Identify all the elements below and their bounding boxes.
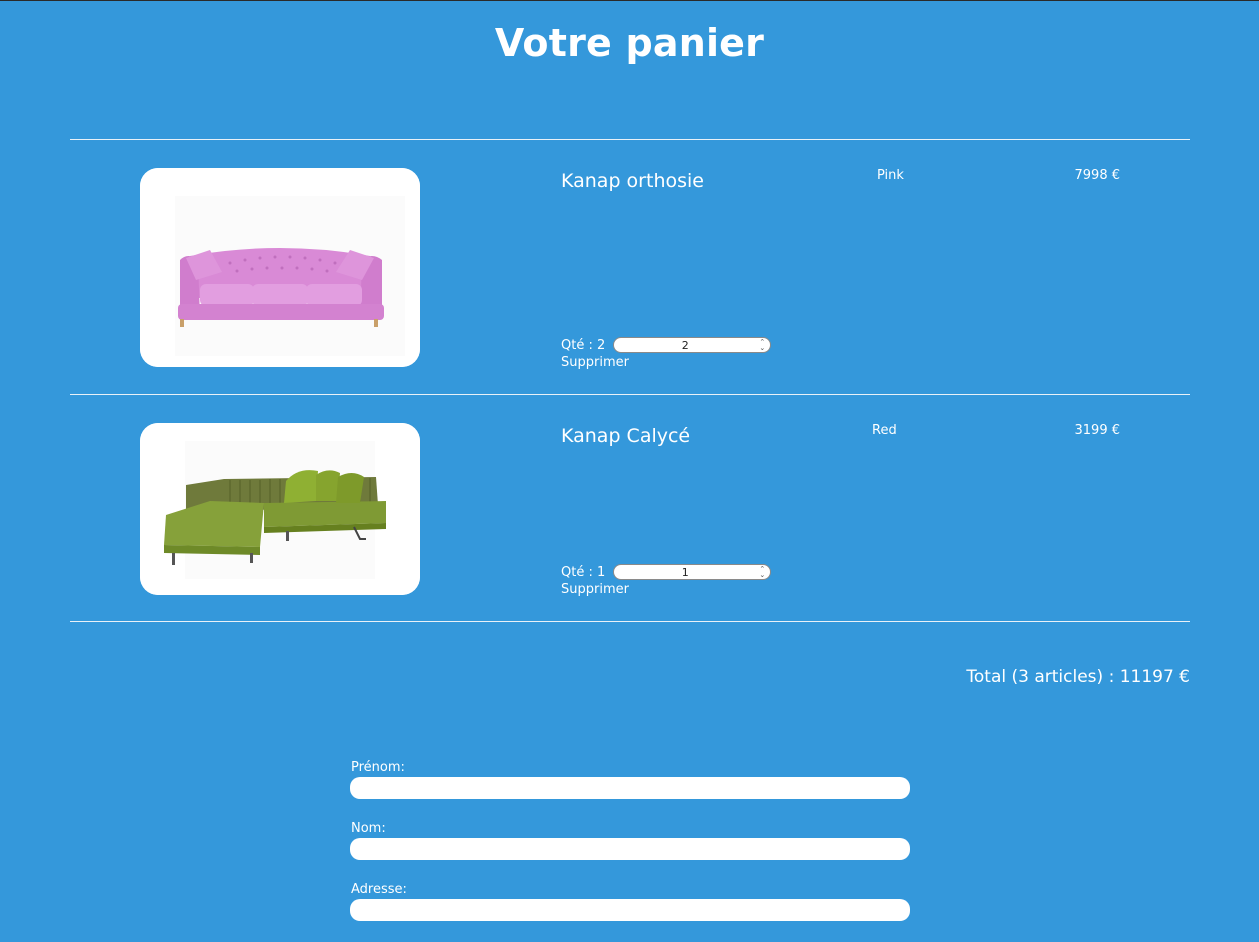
address-label: Adresse: [351, 882, 407, 897]
cart-item: Kanap Calycé Red 3199 € Qté : 1 ⌃⌄ Suppr… [70, 423, 1190, 597]
order-form: Prénom: Nom: Adresse: [350, 759, 910, 942]
first-name-field[interactable] [350, 777, 910, 799]
address-field[interactable] [350, 899, 910, 921]
product-name: Kanap orthosie [561, 170, 704, 192]
quantity-field: ⌃⌄ [613, 564, 772, 580]
last-name-field[interactable] [350, 838, 910, 860]
product-image [140, 423, 420, 595]
cart-item: Kanap orthosie Pink 7998 € Qté : 2 ⌃⌄ Su… [70, 168, 1190, 370]
divider [70, 621, 1190, 622]
spinner-icon[interactable]: ⌃ ⌄ [757, 339, 767, 352]
delete-button[interactable]: Supprimer [561, 355, 629, 370]
product-price: 7998 € [1074, 168, 1121, 183]
first-name-label: Prénom: [351, 760, 405, 775]
quantity-label: Qté : 1 [561, 564, 606, 580]
spinner-icon[interactable]: ⌃ ⌄ [757, 566, 767, 579]
quantity-label: Qté : 2 [561, 337, 606, 353]
divider [70, 394, 1190, 395]
divider [70, 139, 1190, 140]
delete-button[interactable]: Supprimer [561, 582, 629, 597]
last-name-label: Nom: [351, 821, 386, 836]
quantity-row: Qté : 1 ⌃⌄ [561, 564, 772, 580]
cart-total: Total (3 articles) : 11197 € [966, 667, 1190, 687]
product-image [140, 168, 420, 367]
pink-sofa-image [140, 168, 420, 367]
quantity-input[interactable] [613, 337, 772, 353]
product-color: Red [872, 423, 897, 438]
page-title: Votre panier [494, 21, 765, 65]
green-corner-sofa-image [140, 423, 420, 595]
product-color: Pink [877, 168, 904, 183]
product-price: 3199 € [1074, 423, 1121, 438]
product-name: Kanap Calycé [561, 425, 691, 447]
quantity-input[interactable] [613, 564, 772, 580]
quantity-row: Qté : 2 ⌃⌄ [561, 337, 772, 353]
quantity-field: ⌃⌄ [613, 337, 772, 353]
